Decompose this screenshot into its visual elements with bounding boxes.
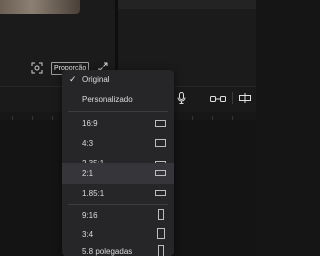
menu-item-label: Personalizado <box>82 95 133 104</box>
menu-item-4-3[interactable]: 4:3 <box>62 134 174 154</box>
menu-item-label: 1.85:1 <box>82 189 105 198</box>
wide-ratio-icon <box>155 170 166 176</box>
menu-item-9-16[interactable]: 9:16 <box>62 206 174 226</box>
menu-item-original[interactable]: ✓ Original <box>62 70 174 90</box>
portrait-ratio-icon <box>158 209 164 220</box>
landscape-ratio-icon <box>155 190 166 196</box>
toolbar-separator <box>232 92 233 104</box>
menu-item-5-8-inch[interactable]: 5.8 polegadas <box>62 242 174 256</box>
properties-panel-header <box>118 0 256 9</box>
menu-item-label: 16:9 <box>82 119 98 128</box>
menu-item-16-9[interactable]: 16:9 <box>62 114 174 134</box>
portrait-ratio-icon <box>158 245 164 256</box>
menu-item-label: 2:1 <box>82 169 94 178</box>
landscape-ratio-icon <box>155 120 166 127</box>
landscape-ratio-icon <box>155 139 166 147</box>
menu-item-label: 5.8 polegadas <box>82 247 133 256</box>
crop-focus-icon[interactable] <box>31 62 43 77</box>
video-preview-frame <box>0 0 80 14</box>
menu-item-custom[interactable]: Personalizado <box>62 90 174 110</box>
menu-item-label: 3:4 <box>82 230 94 239</box>
portrait-ratio-icon <box>157 228 165 239</box>
menu-divider <box>68 204 168 205</box>
menu-item-label: 9:16 <box>82 211 98 220</box>
split-icon[interactable] <box>238 93 252 106</box>
microphone-icon[interactable] <box>177 92 186 107</box>
menu-item-label: Original <box>82 75 110 84</box>
menu-item-label: 4:3 <box>82 139 94 148</box>
link-icon[interactable] <box>210 94 226 106</box>
checkmark-icon: ✓ <box>69 74 77 84</box>
menu-item-2-1[interactable]: 2:1 <box>62 163 174 184</box>
aspect-ratio-menu: ✓ Original Personalizado 16:9 4:3 2.35:1… <box>62 70 174 256</box>
menu-divider <box>68 111 168 112</box>
menu-item-1-85-1[interactable]: 1.85:1 <box>62 184 174 204</box>
